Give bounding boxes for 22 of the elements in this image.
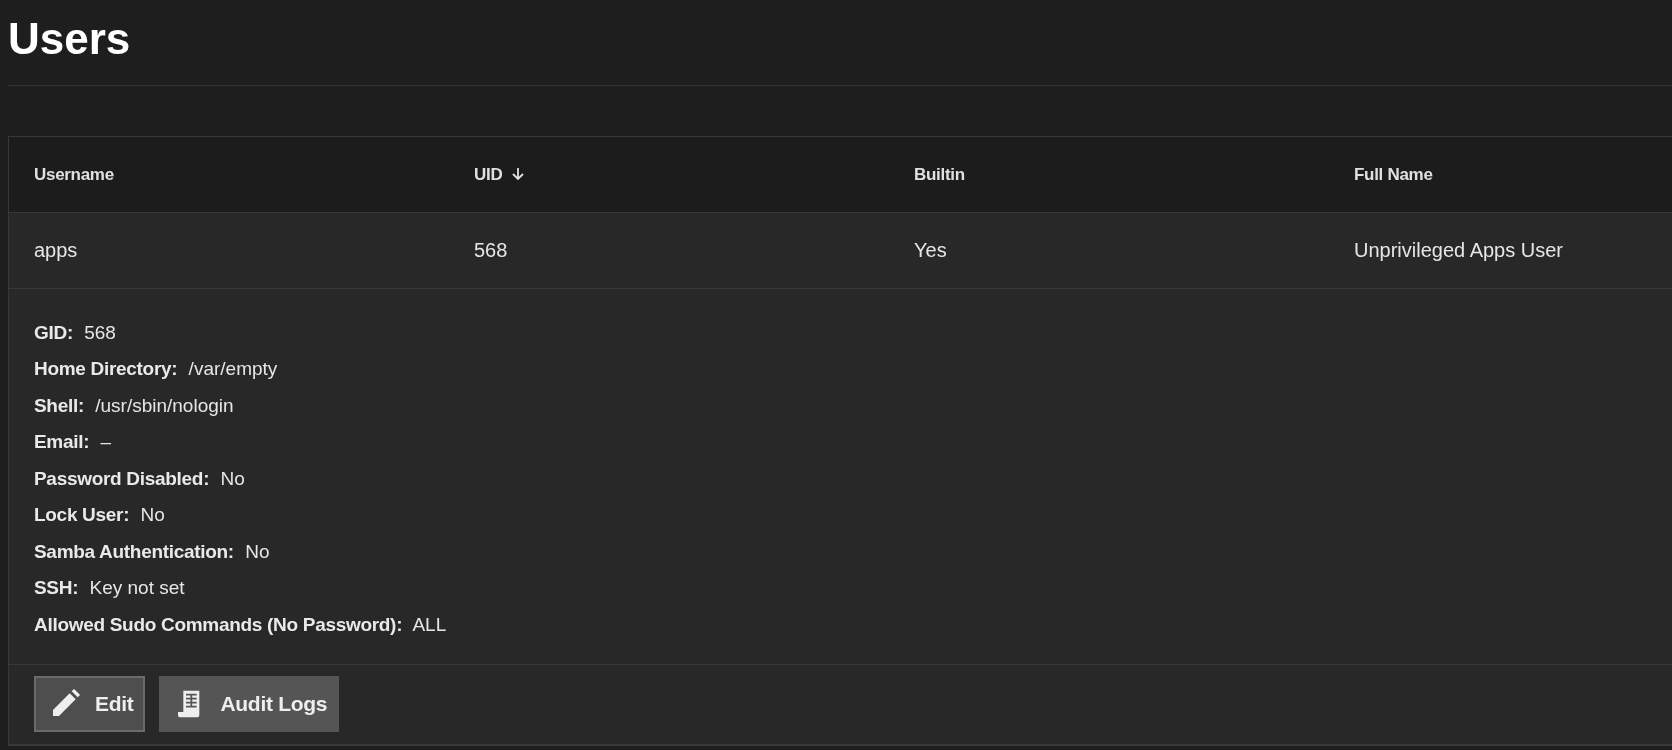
detail-line: SSH: Key not set xyxy=(34,576,185,601)
detail-line: GID: 568 xyxy=(34,320,116,345)
detail-line: Lock User: No xyxy=(34,503,165,528)
table-cell-text: apps xyxy=(34,238,78,264)
detail-line: Password Disabled: No xyxy=(34,466,245,491)
table-cell-text: 568 xyxy=(474,238,508,264)
detail-line: Email: – xyxy=(34,430,112,455)
column-header[interactable]: Username xyxy=(34,161,114,188)
detail-line: Home Directory: /var/empty xyxy=(34,357,278,382)
table-cell-text: Unprivileged Apps User xyxy=(1354,238,1563,264)
page-title: Users xyxy=(8,13,132,65)
edit-button[interactable]: Edit xyxy=(34,675,146,732)
table-cell-text: Yes xyxy=(914,238,947,264)
sort-down-icon[interactable] xyxy=(510,166,527,183)
detail-line: Allowed Sudo Commands (No Password): ALL xyxy=(34,612,447,637)
detail-line: Shell: /usr/sbin/nologin xyxy=(34,393,234,418)
table-row[interactable]: apps 568 Yes Unprivileged Apps User xyxy=(9,212,1672,289)
column-header[interactable]: UID xyxy=(474,161,503,188)
audit-logs-button[interactable]: Audit Logs xyxy=(159,675,340,732)
detail-line: Samba Authentication: No xyxy=(34,539,270,564)
column-header[interactable]: Full Name xyxy=(1354,161,1433,188)
column-header[interactable]: Builtin xyxy=(914,161,965,188)
